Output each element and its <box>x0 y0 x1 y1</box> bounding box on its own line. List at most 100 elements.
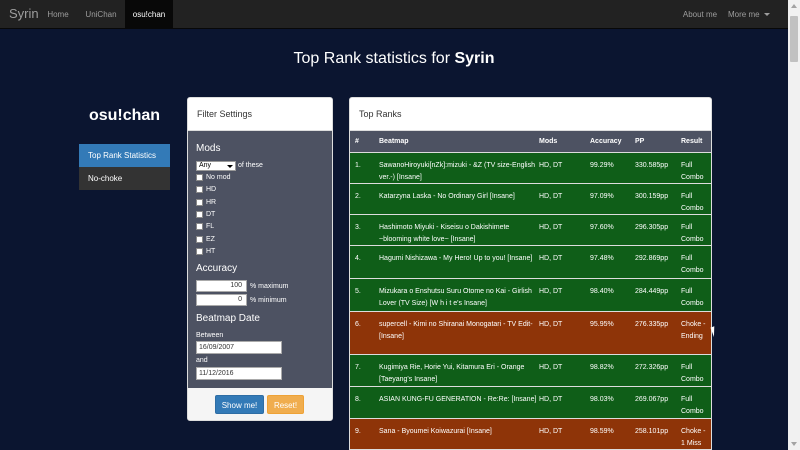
accuracy-min-input[interactable]: 0 <box>196 294 247 306</box>
top-ranks-panel: Top Ranks # Beatmap Mods Accuracy PP Res… <box>349 97 712 450</box>
date-between-label: Between <box>196 332 224 339</box>
checkbox-label-fl: FL <box>206 223 215 230</box>
scrollbar-thumb[interactable] <box>790 16 798 62</box>
table-row[interactable]: 9. Sana - Byoumei Koiwazurai [Insane] HD… <box>350 418 711 449</box>
row-result: Choke - 1 Miss <box>681 428 706 447</box>
mods-match-select-value: Any <box>199 162 212 169</box>
nav-item-home[interactable]: Home <box>38 0 78 29</box>
row-pp: 258.101pp <box>635 428 669 435</box>
show-me-button[interactable]: Show me! <box>215 395 264 414</box>
table-row[interactable]: 1. SawanoHiroyuki[nZk]:mizuki - &Z (TV s… <box>350 152 711 183</box>
column-header-mods: Mods <box>539 138 558 145</box>
row-result: Full Combo <box>681 162 704 181</box>
checkbox-hr[interactable] <box>196 199 203 206</box>
nav-item-unichan[interactable]: UniChan <box>78 0 124 29</box>
column-header-pp: PP <box>635 138 645 145</box>
row-mods: HD, DT <box>539 193 563 200</box>
row-accuracy: 98.40% <box>590 288 614 295</box>
row-accuracy: 97.60% <box>590 224 614 231</box>
checkbox-label-no-mod: No mod <box>206 174 231 181</box>
row-beatmap: supercell - Kimi no Shiranai Monogatari … <box>379 321 533 340</box>
row-number: 3. <box>355 224 361 231</box>
checkbox-label-hd: HD <box>206 186 217 193</box>
checkbox-ht[interactable] <box>196 248 203 255</box>
row-beatmap: Kugimiya Rie, Horie Yui, Kitamura Eri - … <box>379 364 525 383</box>
table-row[interactable]: 4. Hagumi Nishizawa - My Hero! Up to you… <box>350 245 711 278</box>
table-row[interactable]: 6. supercell - Kimi no Shiranai Monogata… <box>350 311 711 354</box>
page-title-user: Syrin <box>454 50 495 67</box>
row-accuracy: 98.03% <box>590 396 614 403</box>
row-result: Full Combo <box>681 364 704 383</box>
row-number: 4. <box>355 255 361 262</box>
checkbox-label-ht: HT <box>206 248 216 255</box>
date-from-input[interactable]: 16/09/2007 <box>196 341 282 354</box>
mods-match-select[interactable]: Any <box>196 161 236 171</box>
row-mods: HD, DT <box>539 288 563 295</box>
beatmap-date-label: Beatmap Date <box>196 313 260 324</box>
top-navbar: Syrin Home UniChan osu!chan About me Mor… <box>0 0 788 29</box>
row-number: 2. <box>355 193 361 200</box>
table-row[interactable]: 5. Mizukara o Enshutsu Suru Otome no Kai… <box>350 278 711 311</box>
top-ranks-header: Top Ranks <box>350 98 711 131</box>
row-mods: HD, DT <box>539 162 563 169</box>
table-row[interactable]: 7. Kugimiya Rie, Horie Yui, Kitamura Eri… <box>350 354 711 386</box>
sidebar-item-no-choke[interactable]: No-choke <box>79 167 170 190</box>
sidebar-title: osu!chan <box>88 107 161 124</box>
row-result: Full Combo <box>681 288 704 307</box>
row-result: Full Combo <box>681 396 704 415</box>
nav-item-about-me[interactable]: About me <box>677 0 723 29</box>
checkbox-label-ez: EZ <box>206 236 215 243</box>
scroll-up-arrow-icon[interactable] <box>791 4 797 8</box>
row-result: Full Combo <box>681 193 704 212</box>
row-beatmap: Hagumi Nishizawa - My Hero! Up to you! [… <box>379 255 533 262</box>
row-result: Choke - Ending <box>681 321 706 340</box>
date-to-input[interactable]: 11/12/2016 <box>196 367 282 380</box>
select-arrow-icon <box>227 165 233 168</box>
column-header-beatmap: Beatmap <box>379 138 409 145</box>
checkbox-no-mod[interactable] <box>196 174 203 181</box>
column-header-accuracy: Accuracy <box>590 138 622 145</box>
table-row[interactable]: 2. Katarzyna Laska - No Ordinary Girl [I… <box>350 183 711 214</box>
mods-label: Mods <box>196 143 221 154</box>
row-pp: 269.067pp <box>635 396 669 403</box>
checkbox-fl[interactable] <box>196 223 203 230</box>
row-accuracy: 95.95% <box>590 321 614 328</box>
row-mods: HD, DT <box>539 364 563 371</box>
accuracy-max-input[interactable]: 100 <box>196 280 247 292</box>
row-accuracy: 98.59% <box>590 428 614 435</box>
checkbox-ez[interactable] <box>196 236 203 243</box>
row-mods: HD, DT <box>539 255 563 262</box>
row-beatmap: Sana - Byoumei Koiwazurai [Insane] <box>379 428 492 435</box>
table-row[interactable]: 3. Hashimoto Miyuki - Kiseisu o Dakishim… <box>350 214 711 245</box>
accuracy-min-label: % minimum <box>250 297 287 304</box>
table-row[interactable]: 8. ASIAN KUNG-FU GENERATION - Re:Re: [In… <box>350 386 711 418</box>
column-header-result: Result <box>681 138 703 145</box>
row-pp: 330.585pp <box>635 162 669 169</box>
row-mods: HD, DT <box>539 428 563 435</box>
row-number: 6. <box>355 321 361 328</box>
date-and-label: and <box>196 357 208 364</box>
sidebar-item-top-rank-statistics[interactable]: Top Rank Statistics <box>79 144 170 167</box>
scroll-down-arrow-icon[interactable] <box>791 442 797 446</box>
more-me-label: More me <box>728 10 760 19</box>
page-scrollbar[interactable] <box>788 0 800 450</box>
checkbox-dt[interactable] <box>196 211 203 218</box>
nav-item-osuchan[interactable]: osu!chan <box>125 0 173 29</box>
row-pp: 292.869pp <box>635 255 669 262</box>
checkbox-hd[interactable] <box>196 186 203 193</box>
row-accuracy: 97.48% <box>590 255 614 262</box>
navbar-brand[interactable]: Syrin <box>9 6 39 21</box>
row-pp: 284.449pp <box>635 288 669 295</box>
row-number: 1. <box>355 162 361 169</box>
checkbox-label-dt: DT <box>206 211 216 218</box>
nav-item-more-me[interactable]: More me <box>728 0 780 29</box>
row-pp: 272.326pp <box>635 364 669 371</box>
mods-suffix-label: of these <box>238 162 263 169</box>
row-mods: HD, DT <box>539 321 563 328</box>
row-number: 8. <box>355 396 361 403</box>
row-accuracy: 98.82% <box>590 364 614 371</box>
reset-button[interactable]: Reset! <box>267 395 304 414</box>
accuracy-max-label: % maximum <box>250 283 289 290</box>
checkbox-label-hr: HR <box>206 199 217 206</box>
row-accuracy: 99.29% <box>590 162 614 169</box>
